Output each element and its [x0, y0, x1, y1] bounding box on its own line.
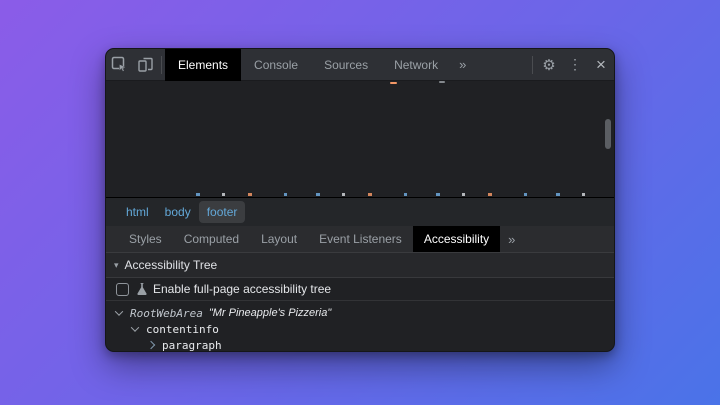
clipped-dom-row-fragment [390, 82, 397, 84]
chevron-down-icon[interactable] [115, 307, 123, 315]
experiment-flask-icon [136, 282, 148, 296]
tab-event-listeners[interactable]: Event Listeners [308, 226, 413, 252]
toolbar-divider [532, 56, 533, 74]
breadcrumb-body[interactable]: body [157, 201, 199, 223]
enable-fullpage-a11y-row: Enable full-page accessibility tree [106, 278, 614, 301]
tab-sources[interactable]: Sources [311, 49, 381, 81]
tab-styles[interactable]: Styles [118, 226, 173, 252]
elements-sidebar-tabs: Styles Computed Layout Event Listeners A… [106, 226, 614, 253]
devtools-panel-tabs: Elements Console Sources Network » [165, 49, 474, 81]
inspect-element-icon[interactable] [106, 49, 132, 81]
vertical-scrollbar-thumb[interactable] [605, 119, 611, 149]
chevron-right-icon[interactable] [147, 341, 155, 349]
enable-fullpage-a11y-label: Enable full-page accessibility tree [153, 282, 331, 296]
tab-elements[interactable]: Elements [165, 49, 241, 81]
accessibility-tree-section-header[interactable]: ▾ Accessibility Tree [106, 253, 614, 278]
clipped-dom-row[interactable] [106, 161, 614, 165]
enable-fullpage-a11y-checkbox[interactable] [116, 283, 129, 296]
clipped-dom-row[interactable] [196, 193, 604, 196]
tab-network[interactable]: Network [381, 49, 451, 81]
kebab-menu-icon[interactable]: ⋮ [562, 49, 588, 81]
device-toolbar-icon-glyph [137, 56, 154, 73]
devtools-window: Elements Console Sources Network » ⚙ ⋮ ×… [105, 48, 615, 352]
toolbar-divider [161, 56, 162, 74]
device-toolbar-icon[interactable] [132, 49, 158, 81]
more-panels-chevron-icon[interactable]: » [451, 49, 474, 81]
ax-name: "Mr Pineapple's Pizzeria" [209, 307, 331, 319]
section-header-label: Accessibility Tree [125, 258, 218, 272]
clipped-dom-row-fragment [439, 81, 445, 83]
chevron-down-icon[interactable] [131, 323, 139, 331]
tab-computed[interactable]: Computed [173, 226, 250, 252]
tab-console[interactable]: Console [241, 49, 311, 81]
ax-node-paragraph[interactable]: paragraph [106, 337, 614, 352]
ax-role: RootWebArea [130, 307, 203, 320]
breadcrumb-html[interactable]: html [118, 201, 157, 223]
elements-dom-tree: Pineapple's newsletter </h3> ▶<p>⋯</p> ▶… [106, 81, 614, 197]
devtools-toolbar: Elements Console Sources Network » ⚙ ⋮ × [106, 49, 614, 81]
tab-accessibility[interactable]: Accessibility [413, 226, 500, 252]
ax-node-rootwebarea[interactable]: RootWebArea "Mr Pineapple's Pizzeria" [106, 305, 614, 321]
section-collapse-triangle-icon[interactable]: ▾ [114, 260, 119, 271]
ax-role: paragraph [162, 339, 222, 352]
dom-breadcrumb: html body footer [106, 197, 614, 226]
toolbar-right-controls: ⚙ ⋮ × [529, 49, 614, 81]
close-icon[interactable]: × [588, 49, 614, 81]
ax-role: contentinfo [146, 323, 219, 336]
tab-layout[interactable]: Layout [250, 226, 308, 252]
more-sidebar-tabs-chevron-icon[interactable]: » [500, 226, 523, 252]
ax-node-contentinfo[interactable]: contentinfo [106, 321, 614, 337]
settings-gear-icon[interactable]: ⚙ [536, 49, 562, 81]
breadcrumb-footer[interactable]: footer [199, 201, 246, 223]
inspect-element-icon-glyph [111, 56, 128, 73]
accessibility-tree: RootWebArea "Mr Pineapple's Pizzeria" co… [106, 301, 614, 352]
